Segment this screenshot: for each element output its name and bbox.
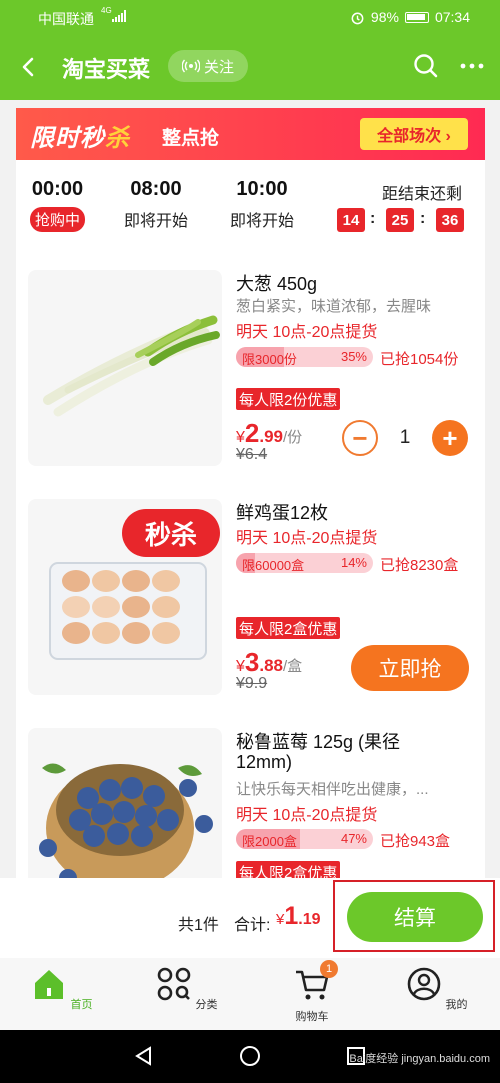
buy-now-button[interactable]: 立即抢 bbox=[351, 645, 469, 691]
product-price: ¥3.88/盒 bbox=[236, 647, 303, 677]
item-count: 共1件 bbox=[178, 917, 219, 934]
category-icon bbox=[158, 967, 191, 1001]
system-nav-bar: Bai度经验 jingyan.baidu.com bbox=[0, 1030, 500, 1083]
seckill-tag: 秒杀 bbox=[122, 509, 220, 557]
flash-sale-card: 限时秒杀 整点抢 全部场次 › 00:00 抢购中 08:00 即将开始 10:… bbox=[16, 108, 485, 878]
tab-profile[interactable]: 我的 bbox=[397, 966, 477, 1012]
broadcast-icon bbox=[181, 59, 200, 73]
total-label: 合计: bbox=[234, 917, 271, 934]
sold-count: 已抢8230盒 bbox=[380, 557, 459, 574]
product-item-blueberry[interactable]: 秘鲁蓝莓 125g (果径 12mm) 让快乐每天相伴吃出健康，... 明天 1… bbox=[16, 728, 485, 878]
search-icon[interactable] bbox=[412, 52, 440, 80]
cart-icon-wrap: 1 bbox=[294, 960, 338, 1002]
stock-percent: 14% bbox=[340, 555, 367, 570]
promo-limit-badge: 每人限2盒优惠 bbox=[236, 861, 341, 878]
tab-category[interactable]: 分类 bbox=[147, 966, 227, 1012]
banner-subtitle: 整点抢 bbox=[162, 128, 220, 149]
tab-label: 我的 bbox=[445, 999, 468, 1011]
blueberry-image[interactable] bbox=[28, 728, 222, 878]
promo-limit-badge: 每人限2份优惠 bbox=[236, 388, 341, 410]
alarm-icon bbox=[351, 12, 364, 24]
network-type: 4G bbox=[101, 6, 112, 15]
total-amount: ¥1.19 bbox=[276, 902, 321, 930]
session-time: 00:00 bbox=[31, 178, 84, 200]
product-desc: 让快乐每天相伴吃出健康，... bbox=[236, 781, 429, 798]
session-time: 08:00 bbox=[130, 178, 182, 200]
stock-percent: 35% bbox=[340, 349, 367, 364]
tab-home[interactable]: 首页 bbox=[22, 966, 102, 1012]
stock-limit: 限3000份 bbox=[242, 352, 297, 367]
cart-badge: 1 bbox=[320, 960, 338, 978]
tab-label: 分类 bbox=[195, 999, 218, 1011]
flash-sale-logo: 限时秒杀 bbox=[30, 125, 130, 152]
pickup-time: 明天 10点-20点提货 bbox=[236, 530, 378, 547]
signal-icon bbox=[112, 10, 126, 22]
checkout-highlight: 结算 bbox=[333, 880, 495, 952]
checkout-bar: 共1件 合计: ¥1.19 结算 bbox=[0, 878, 500, 958]
stock-limit: 限2000盒 bbox=[242, 834, 297, 849]
session-slot-1[interactable]: 08:00 即将开始 bbox=[124, 178, 188, 231]
checkout-button[interactable]: 结算 bbox=[347, 892, 483, 942]
follow-label: 关注 bbox=[203, 58, 234, 76]
quantity-value: 1 bbox=[399, 427, 411, 448]
watermark: Bai度经验 jingyan.baidu.com bbox=[349, 1053, 490, 1065]
eggs-image[interactable]: 秒杀 bbox=[28, 499, 222, 695]
original-price: ¥9.9 bbox=[236, 675, 268, 692]
product-name: 大葱 450g bbox=[236, 274, 318, 294]
more-icon[interactable] bbox=[458, 52, 486, 80]
tab-label: 购物车 bbox=[295, 1011, 329, 1023]
countdown-seconds: 36 bbox=[436, 208, 464, 232]
stock-percent: 47% bbox=[340, 831, 367, 846]
battery-icon bbox=[404, 11, 429, 23]
promo-limit-badge: 每人限2盒优惠 bbox=[236, 617, 341, 639]
pickup-time: 明天 10点-20点提货 bbox=[236, 324, 378, 341]
countdown-hours: 14 bbox=[337, 208, 365, 232]
countdown-label: 距结束还剩 bbox=[382, 186, 463, 203]
session-time: 10:00 bbox=[236, 178, 288, 200]
product-name: 鲜鸡蛋12枚 bbox=[236, 503, 329, 523]
sold-count: 已抢1054份 bbox=[380, 351, 459, 368]
all-sessions-button[interactable]: 全部场次 › bbox=[360, 118, 468, 150]
home-icon bbox=[35, 970, 64, 999]
tab-label: 首页 bbox=[70, 999, 93, 1011]
stock-limit: 限60000盒 bbox=[242, 558, 305, 573]
pickup-time: 明天 10点-20点提货 bbox=[236, 807, 378, 824]
flash-sale-banner: 限时秒杀 整点抢 全部场次 › bbox=[16, 108, 485, 160]
page-title: 淘宝买菜 bbox=[62, 57, 151, 82]
product-desc: 葱白紧实，味道浓郁，去腥味 bbox=[236, 298, 432, 315]
product-item-scallion[interactable]: 大葱 450g 葱白紧实，味道浓郁，去腥味 明天 10点-20点提货 限3000… bbox=[16, 270, 485, 470]
nav-home-icon[interactable] bbox=[239, 1045, 261, 1067]
stock-progress-bar: 限60000盒 14% bbox=[236, 553, 373, 573]
scallion-image[interactable] bbox=[28, 270, 222, 466]
battery-percent: 98% bbox=[370, 9, 399, 25]
profile-icon bbox=[408, 967, 441, 1001]
original-price: ¥6.4 bbox=[236, 446, 268, 463]
stock-progress-bar: 限2000盒 47% bbox=[236, 829, 373, 849]
nav-back-icon[interactable] bbox=[132, 1045, 154, 1067]
back-arrow-icon[interactable] bbox=[14, 52, 44, 82]
status-bar: 中国联通 4G 98% 07:34 bbox=[0, 0, 500, 34]
session-state: 即将开始 bbox=[230, 213, 295, 230]
session-state: 即将开始 bbox=[124, 213, 189, 230]
stock-progress-bar: 限3000份 35% bbox=[236, 347, 373, 367]
clock: 07:34 bbox=[434, 9, 470, 25]
session-state: 抢购中 bbox=[30, 207, 86, 232]
decrease-button[interactable]: − bbox=[342, 420, 378, 456]
quantity-stepper: − 1 + bbox=[342, 420, 468, 456]
increase-button[interactable]: + bbox=[432, 420, 468, 456]
product-price: ¥2.99/份 bbox=[236, 418, 303, 448]
tab-cart[interactable]: 1 购物车 bbox=[272, 960, 352, 1024]
carrier-label: 中国联通 bbox=[38, 11, 94, 27]
session-slot-2[interactable]: 10:00 即将开始 bbox=[230, 178, 294, 231]
product-item-eggs[interactable]: 秒杀 鲜鸡蛋12枚 明天 10点-20点提货 限60000盒 14% 已抢823… bbox=[16, 499, 485, 699]
session-slot-0[interactable]: 00:00 抢购中 bbox=[30, 178, 86, 232]
follow-button[interactable]: 关注 bbox=[168, 50, 248, 82]
bottom-tab-bar: 首页 分类 1 购物车 我的 bbox=[0, 958, 500, 1030]
top-bar: 淘宝买菜 关注 bbox=[0, 34, 500, 100]
sold-count: 已抢943盒 bbox=[380, 833, 451, 850]
countdown-minutes: 25 bbox=[386, 208, 414, 232]
product-name: 秘鲁蓝莓 125g (果径 bbox=[236, 732, 401, 752]
product-name-cont: 12mm) bbox=[236, 752, 293, 772]
